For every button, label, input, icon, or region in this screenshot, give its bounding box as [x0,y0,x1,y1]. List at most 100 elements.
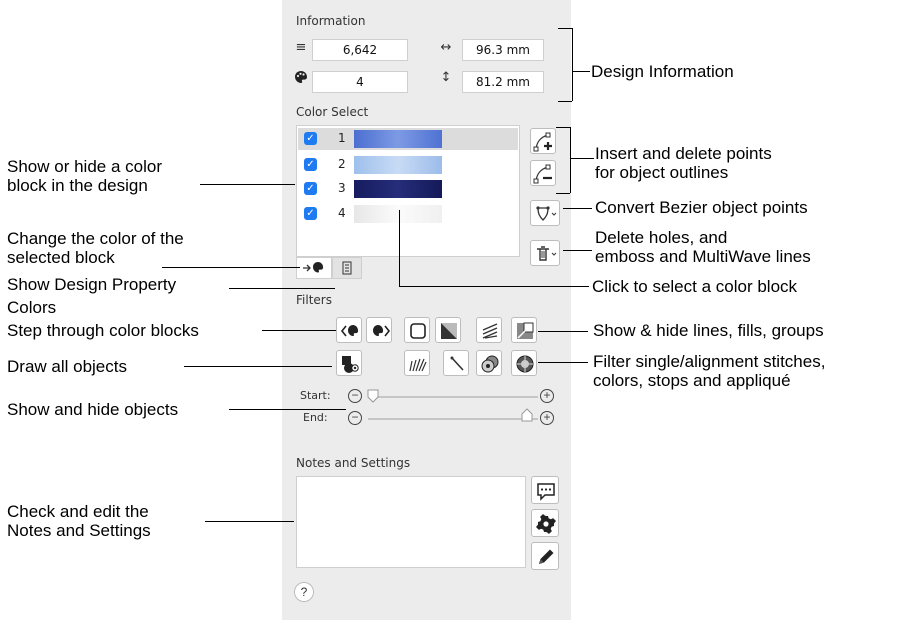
design-property-tab[interactable] [332,257,362,279]
bracket-line [570,127,571,193]
leader-line [399,210,400,286]
end-minus-icon[interactable]: − [348,411,362,425]
annotation-delete-holes-2: emboss and MultiWave lines [595,247,811,266]
leader-line [572,71,590,72]
annotation-show-hide-objects: Show and hide objects [7,400,179,419]
start-slider-track[interactable] [368,396,538,398]
insert-points-button[interactable] [530,128,556,154]
annotation-show-hide-lines: Show & hide lines, fills, groups [593,321,824,340]
information-title: Information [296,14,366,28]
delete-holes-button[interactable] [530,240,560,266]
checkbox-icon[interactable]: ✓ [304,182,317,195]
color-block-row[interactable]: ✓ 3 [298,178,518,200]
show-hide-fills-button[interactable] [435,317,461,343]
notes-title: Notes and Settings [296,456,411,470]
start-slider-handle[interactable] [367,389,379,403]
change-color-tab[interactable] [296,257,332,279]
color-swatch[interactable] [354,156,442,174]
bracket-line [558,28,572,29]
start-plus-icon[interactable]: + [540,389,554,403]
stitch-count-field[interactable]: 6,642 [312,39,408,61]
width-field[interactable]: 96.3 mm [462,39,544,61]
checkbox-icon[interactable]: ✓ [304,158,317,171]
show-hide-stitch-lines-button[interactable] [476,317,502,343]
help-button[interactable]: ? [294,582,314,602]
annotation-design-property-1: Show Design Property [7,275,177,294]
annotation-step-through: Step through color blocks [7,321,199,340]
color-swatch[interactable] [354,205,442,223]
color-swatch[interactable] [354,180,442,198]
height-arrows-icon: ↕ [440,70,452,85]
filter-applique-button[interactable] [511,350,537,376]
notes-button[interactable] [531,476,559,504]
annotation-insert-delete-1: Insert and delete points [595,144,772,163]
color-block-number: 1 [338,131,346,145]
width-arrows-icon: ↔ [440,40,452,55]
annotation-show-hide-color-block-1: Show or hide a color [7,157,162,176]
leader-line [229,288,335,289]
delete-points-button[interactable] [530,160,556,186]
edit-pencil-button[interactable] [531,542,559,570]
leader-line [570,158,594,159]
color-swatch[interactable] [354,130,442,148]
annotation-filter-single-1: Filter single/alignment stitches, [593,352,826,371]
bracket-line [572,28,573,101]
end-plus-icon[interactable]: + [540,411,554,425]
annotation-convert-bezier: Convert Bezier object points [595,198,808,217]
filter-alignment-stitches-button[interactable] [443,350,469,376]
bracket-line [556,193,570,194]
leader-line [399,286,589,287]
palette-icon [293,70,309,88]
convert-bezier-button[interactable] [530,200,560,226]
leader-line [162,267,300,268]
previous-color-block-button[interactable] [336,317,362,343]
color-block-number: 3 [338,181,346,195]
annotation-filter-single-2: colors, stops and appliqué [593,371,791,390]
next-color-block-button[interactable] [366,317,392,343]
annotation-check-edit-notes-2: Notes and Settings [7,521,151,540]
color-count-field[interactable]: 4 [312,71,408,93]
end-label: End: [303,411,328,424]
checkbox-icon[interactable]: ✓ [304,132,317,145]
leader-line [200,184,295,185]
show-hide-groups-button[interactable] [511,317,537,343]
leader-line [184,366,332,367]
stitch-count-icon: ≡ [295,40,307,55]
leader-line [563,208,592,209]
leader-line [538,362,588,363]
annotation-draw-all: Draw all objects [7,357,127,376]
color-block-row[interactable]: ✓ 1 [298,128,518,150]
settings-button[interactable] [531,509,559,537]
end-slider-track[interactable] [368,418,538,420]
leader-line [262,330,336,331]
filter-stops-button[interactable] [476,350,502,376]
checkbox-icon[interactable]: ✓ [304,207,317,220]
color-block-number: 2 [338,157,346,171]
notes-textarea[interactable] [296,476,526,568]
color-block-list[interactable]: ✓ 1 ✓ 2 ✓ 3 ✓ 4 [296,125,520,257]
annotation-check-edit-notes-1: Check and edit the [7,502,149,521]
filter-single-stitches-button[interactable] [404,350,430,376]
color-block-row[interactable]: ✓ 2 [298,154,518,176]
annotation-insert-delete-2: for object outlines [595,163,729,182]
color-block-number: 4 [338,206,346,220]
leader-line [538,331,588,332]
annotation-design-information: Design Information [591,62,734,81]
bracket-line [556,127,570,128]
start-minus-icon[interactable]: − [348,389,362,403]
leader-line [229,409,346,410]
start-label: Start: [300,389,331,402]
height-field[interactable]: 81.2 mm [462,71,544,93]
annotation-delete-holes-1: Delete holes, and [595,228,728,247]
filters-title: Filters [296,293,332,307]
draw-all-objects-button[interactable] [336,350,362,376]
annotation-change-color-2: selected block [7,248,115,267]
end-slider-handle[interactable] [521,408,533,422]
show-hide-lines-button[interactable] [404,317,430,343]
annotation-change-color-1: Change the color of the [7,229,184,248]
leader-line [205,521,294,522]
annotation-show-hide-color-block-2: block in the design [7,176,148,195]
annotation-design-property-2: Colors [7,298,57,317]
leader-line [563,250,592,251]
color-block-row[interactable]: ✓ 4 [298,203,518,225]
